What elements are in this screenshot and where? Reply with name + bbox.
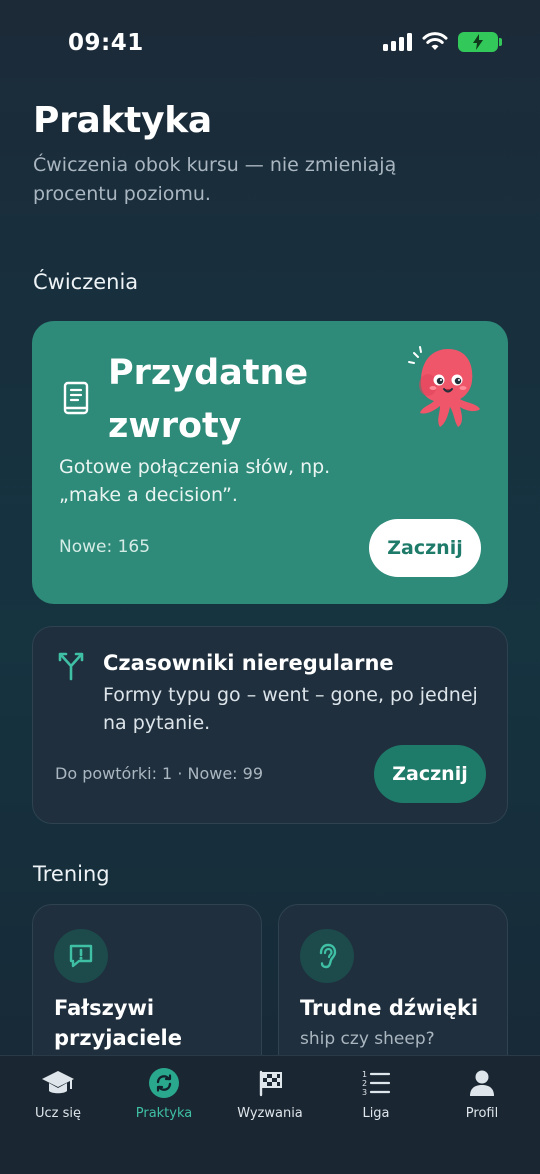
fork-icon	[58, 652, 84, 681]
tab-label: Ucz się	[34, 1106, 81, 1121]
page-title: Praktyka	[33, 100, 212, 141]
tab-learn[interactable]: Ucz się	[8, 1066, 108, 1121]
tab-challenges[interactable]: Wyzwania	[220, 1066, 320, 1121]
ranked-list-icon: 1 2 3	[362, 1070, 391, 1097]
book-icon	[63, 381, 89, 415]
featured-card-count: Nowe: 165	[59, 537, 151, 557]
page-subtitle: Ćwiczenia obok kursu — nie zmieniają pro…	[33, 154, 397, 205]
practice-screen: 09:41 Praktyka Ćwiczenia obok kursu — ni…	[0, 0, 540, 1174]
status-icons	[383, 32, 502, 52]
featured-card-useful-phrases[interactable]: Przydatne zwroty Gotowe połączenia słów,…	[32, 321, 508, 604]
bottom-tab-bar: Ucz się Praktyka Wyzwania 1 2 3 Liga Pro…	[0, 1055, 540, 1174]
tab-league[interactable]: 1 2 3 Liga	[326, 1066, 426, 1121]
tab-practice[interactable]: Praktyka	[114, 1066, 214, 1121]
irregular-verbs-count: Do powtórki: 1 · Nowe: 99	[55, 764, 264, 783]
status-bar: 09:41	[0, 0, 540, 88]
tab-profile[interactable]: Profil	[432, 1066, 532, 1121]
featured-card-title: Przydatne zwroty	[108, 353, 309, 446]
tab-label: Profil	[465, 1106, 499, 1121]
charging-bolt-icon	[473, 34, 483, 50]
tab-label: Liga	[362, 1106, 390, 1121]
checkered-flag-icon	[259, 1070, 282, 1097]
svg-text:3: 3	[362, 1088, 367, 1097]
featured-card-description: Gotowe połączenia słów, np. „make a deci…	[59, 456, 331, 506]
training-card-title: Trudne dźwięki	[300, 996, 479, 1020]
featured-start-button[interactable]: Zacznij	[369, 519, 481, 577]
training-card-subtitle: ship czy sheep?	[300, 1029, 435, 1049]
ear-icon	[319, 943, 337, 969]
person-icon	[470, 1070, 494, 1096]
svg-text:1: 1	[362, 1070, 367, 1079]
training-icon-badge	[54, 929, 108, 983]
irregular-verbs-title: Czasowniki nieregularne	[103, 651, 394, 675]
training-icon-badge	[300, 929, 354, 983]
training-card-title: Fałszywi przyjaciele	[54, 996, 182, 1050]
cellular-signal-icon	[383, 33, 412, 51]
tab-label: Wyzwania	[237, 1106, 303, 1121]
speech-alert-icon	[69, 944, 93, 968]
refresh-icon	[149, 1068, 179, 1098]
battery-icon	[458, 32, 502, 52]
svg-text:2: 2	[362, 1079, 367, 1088]
section-title-training: Trening	[33, 862, 110, 886]
wifi-icon	[422, 32, 448, 50]
octopus-mascot-icon	[408, 346, 480, 427]
graduation-cap-icon	[42, 1071, 74, 1094]
status-time: 09:41	[68, 30, 144, 56]
tab-label: Praktyka	[135, 1106, 193, 1121]
irregular-verbs-description: Formy typu go – went – gone, po jednej n…	[103, 684, 478, 734]
irregular-verbs-start-button[interactable]: Zacznij	[374, 745, 486, 803]
section-title-exercises: Ćwiczenia	[33, 270, 139, 294]
irregular-verbs-card[interactable]: Czasowniki nieregularne Formy typu go – …	[32, 626, 508, 824]
